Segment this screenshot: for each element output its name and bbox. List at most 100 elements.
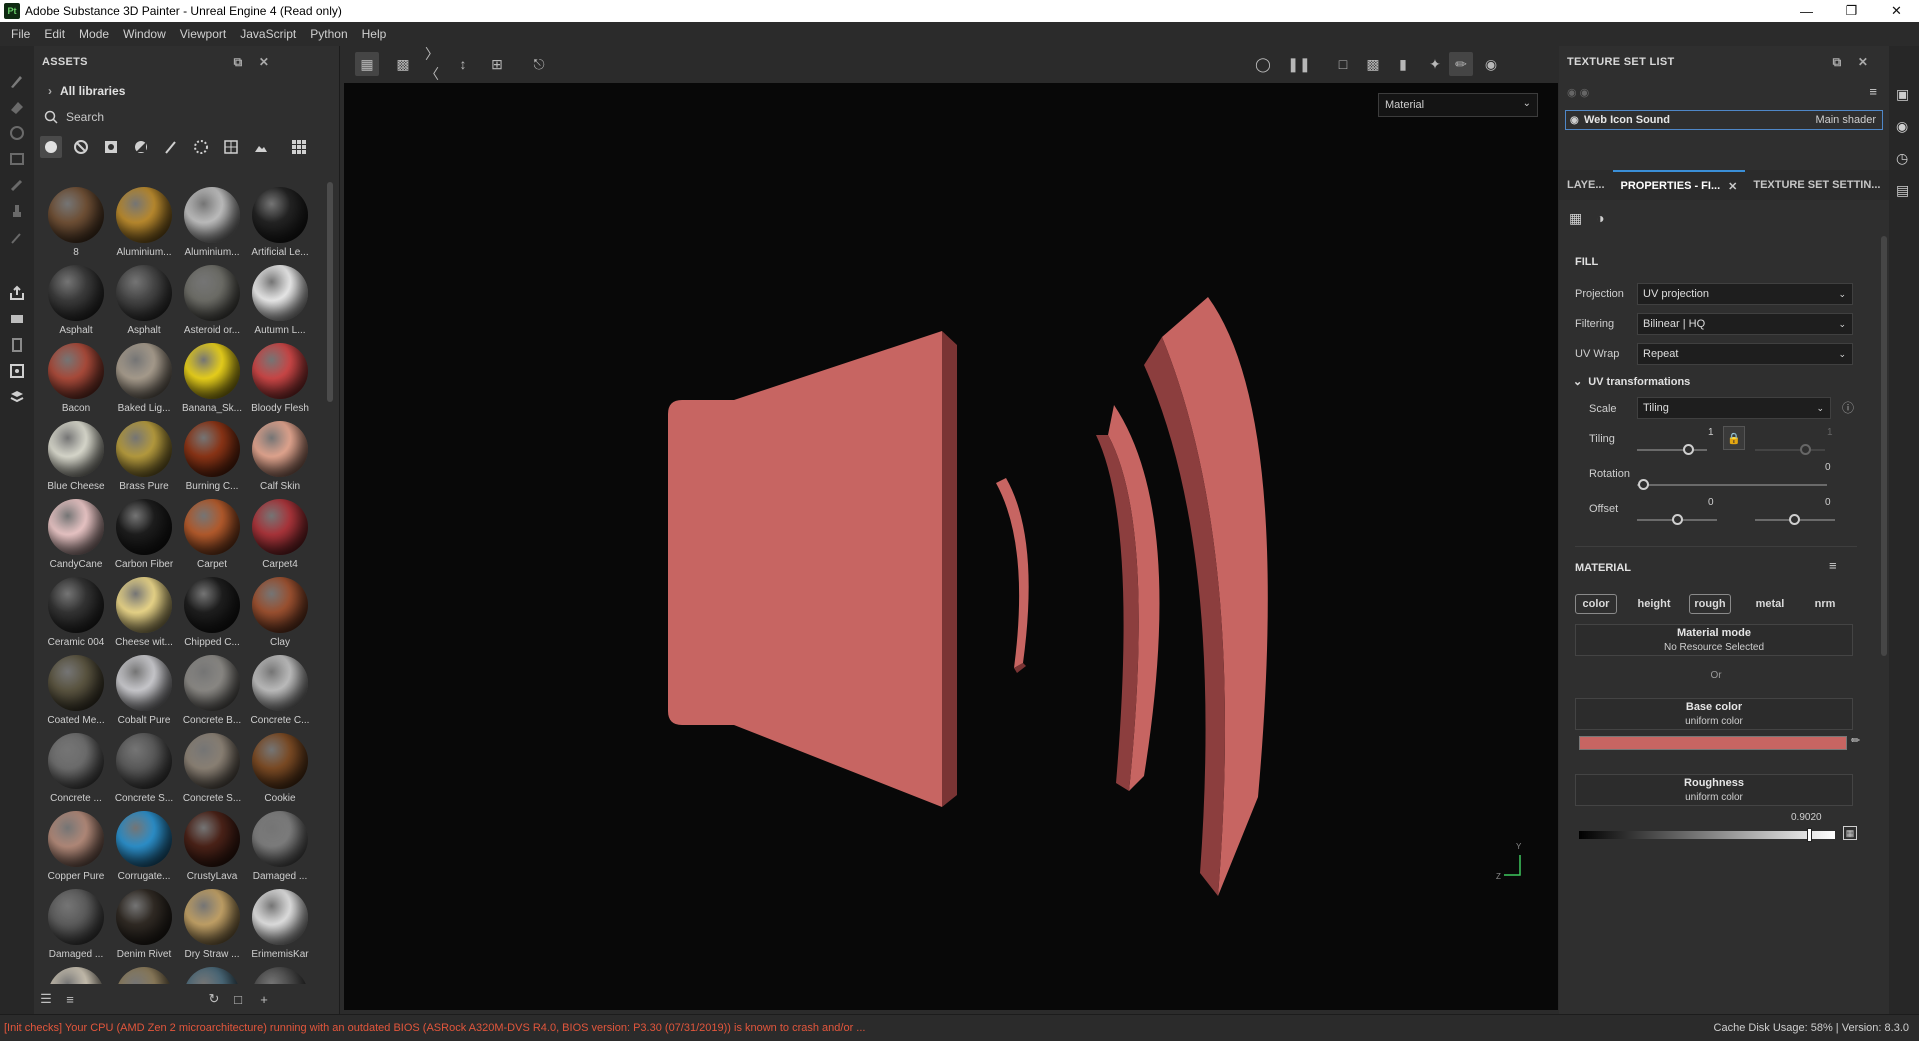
material-mode-box[interactable]: Material mode No Resource Selected xyxy=(1575,624,1853,656)
asset-item[interactable]: Carpet4 xyxy=(246,494,314,572)
fill-properties-icon[interactable]: ▦ xyxy=(1569,210,1582,227)
asset-item[interactable]: Cheese wit... xyxy=(110,572,178,650)
asset-item[interactable]: Carbon Fiber xyxy=(110,494,178,572)
base-color-box[interactable]: Base color uniform color xyxy=(1575,698,1853,730)
frame-icon[interactable]: ⊞ xyxy=(485,52,509,76)
textures-filter-icon[interactable] xyxy=(220,136,242,158)
search-field[interactable]: Search xyxy=(34,104,339,130)
refresh-icon[interactable]: ↻ xyxy=(206,991,222,1007)
texture-set-list-icon[interactable]: ▣ xyxy=(1896,86,1909,103)
brushes-filter-icon[interactable] xyxy=(160,136,182,158)
roughness-box[interactable]: Roughness uniform color xyxy=(1575,774,1853,806)
asset-item[interactable]: Corrugate... xyxy=(110,806,178,884)
asset-item[interactable]: Carpet xyxy=(178,494,246,572)
float-panel-icon[interactable]: ⧉ xyxy=(1829,54,1845,70)
filter-list-icon[interactable]: ≡ xyxy=(62,991,78,1007)
tiling-slider-1-knob[interactable] xyxy=(1683,444,1694,455)
asset-item[interactable]: Coated Me... xyxy=(42,650,110,728)
materials-filter-icon[interactable] xyxy=(40,136,62,158)
asset-item[interactable]: Concrete ... xyxy=(42,728,110,806)
speaker-model[interactable]: Y Z xyxy=(344,83,1558,1010)
asset-item[interactable]: Cookie xyxy=(246,728,314,806)
color-picker-icon[interactable] xyxy=(8,228,26,246)
polygon-fill-icon[interactable] xyxy=(8,150,26,168)
alphas-filter-icon[interactable] xyxy=(190,136,212,158)
asset-item[interactable]: CrustyLava xyxy=(178,806,246,884)
asset-item[interactable]: Aluminium... xyxy=(110,182,178,260)
asset-item[interactable]: Concrete S... xyxy=(178,728,246,806)
asset-item[interactable]: ErimemisKar xyxy=(246,884,314,962)
tiling-slider-1[interactable] xyxy=(1637,449,1707,451)
asset-item[interactable]: Denim Rivet xyxy=(110,884,178,962)
asset-item[interactable]: Brass Pure xyxy=(110,416,178,494)
lock-icon[interactable]: 🔒 xyxy=(1723,426,1745,450)
visibility-eye-icon[interactable]: ◉ ◉ xyxy=(1567,86,1589,99)
uv-transformations-toggle[interactable]: ⌄ UV transformations xyxy=(1573,375,1690,388)
projection-dropdown[interactable]: UV projection ⌄ xyxy=(1637,283,1853,305)
asset-item[interactable]: Ceramic 004 xyxy=(42,572,110,650)
close-tab-icon[interactable]: ✕ xyxy=(1728,180,1737,193)
material-menu-icon[interactable]: ≡ xyxy=(1829,558,1837,573)
asset-item[interactable]: Dry Straw ... xyxy=(178,884,246,962)
screenshot-icon[interactable]: ◉ xyxy=(1479,52,1503,76)
render-icon[interactable] xyxy=(8,336,26,354)
texture-set-shader[interactable]: Main shader xyxy=(1815,114,1876,126)
asset-item[interactable]: Concrete S... xyxy=(110,728,178,806)
export-icon[interactable] xyxy=(8,284,26,302)
tiling-icon[interactable]: ▩ xyxy=(391,52,415,76)
menu-viewport[interactable]: Viewport xyxy=(177,27,237,41)
eraser-icon[interactable] xyxy=(8,98,26,116)
reset-camera-icon[interactable]: ⎋ xyxy=(527,52,551,76)
asset-item[interactable] xyxy=(246,962,314,984)
asset-item[interactable]: Calf Skin xyxy=(246,416,314,494)
roughness-slider-knob[interactable] xyxy=(1806,828,1812,842)
list-view-icon[interactable]: ☰ xyxy=(38,991,54,1007)
asset-item[interactable]: Banana_Sk... xyxy=(178,338,246,416)
asset-item[interactable]: Damaged ... xyxy=(246,806,314,884)
asset-item[interactable]: Asteroid or... xyxy=(178,260,246,338)
asset-item[interactable] xyxy=(178,962,246,984)
asset-item[interactable]: Burning C... xyxy=(178,416,246,494)
asset-item[interactable]: Asphalt xyxy=(110,260,178,338)
tab-properties[interactable]: PROPERTIES - FI... ✕ xyxy=(1612,170,1746,200)
menu-help[interactable]: Help xyxy=(359,27,398,41)
smudge-icon[interactable] xyxy=(8,176,26,194)
all-assets-grid-icon[interactable] xyxy=(288,136,310,158)
asset-item[interactable] xyxy=(110,962,178,984)
scale-dropdown[interactable]: Tiling ⌄ xyxy=(1637,397,1831,419)
asset-item[interactable]: Clay xyxy=(246,572,314,650)
flip-icon[interactable]: ↕ xyxy=(451,52,475,76)
environments-filter-icon[interactable] xyxy=(250,136,272,158)
eyedropper-icon[interactable]: ✏ xyxy=(1851,734,1860,747)
asset-item[interactable]: CandyCane xyxy=(42,494,110,572)
projection-icon[interactable] xyxy=(8,124,26,142)
viewport-3d[interactable]: Material ⌄ Y Z xyxy=(344,83,1558,1010)
eye-icon[interactable]: ◉ xyxy=(1570,115,1579,126)
channel-rough-button[interactable]: rough xyxy=(1689,594,1731,614)
texture-set-item[interactable]: ◉ Web Icon Sound Main shader xyxy=(1565,110,1883,130)
asset-item[interactable]: Copper Pure xyxy=(42,806,110,884)
asset-item[interactable]: Artificial Le... xyxy=(246,182,314,260)
paint-brush-icon[interactable] xyxy=(8,72,26,90)
history-icon[interactable]: ◷ xyxy=(1896,150,1908,167)
menu-python[interactable]: Python xyxy=(307,27,358,41)
view-3d-icon[interactable]: ▩ xyxy=(1361,52,1385,76)
restore-icon[interactable]: ❐ xyxy=(1829,0,1874,22)
add-asset-icon[interactable]: + xyxy=(256,991,272,1007)
library-selector[interactable]: › All libraries xyxy=(34,78,339,104)
pause-icon[interactable]: ❚❚ xyxy=(1287,52,1311,76)
menu-window[interactable]: Window xyxy=(120,27,177,41)
material-sphere-icon[interactable]: ◑ xyxy=(1596,210,1604,226)
close-icon[interactable]: ✕ xyxy=(1874,0,1919,22)
view-2d-icon[interactable]: □ xyxy=(1331,52,1355,76)
bake-icon[interactable] xyxy=(8,310,26,328)
channel-height-button[interactable]: height xyxy=(1633,594,1675,614)
asset-item[interactable]: Concrete B... xyxy=(178,650,246,728)
roughness-slider[interactable] xyxy=(1579,831,1835,839)
log-icon[interactable]: ▤ xyxy=(1896,182,1909,199)
offset-slider-2-knob[interactable] xyxy=(1789,514,1800,525)
channel-color-button[interactable]: color xyxy=(1575,594,1617,614)
asset-item[interactable]: Aluminium... xyxy=(178,182,246,260)
filtering-dropdown[interactable]: Bilinear | HQ ⌄ xyxy=(1637,313,1853,335)
smart-materials-filter-icon[interactable] xyxy=(70,136,92,158)
